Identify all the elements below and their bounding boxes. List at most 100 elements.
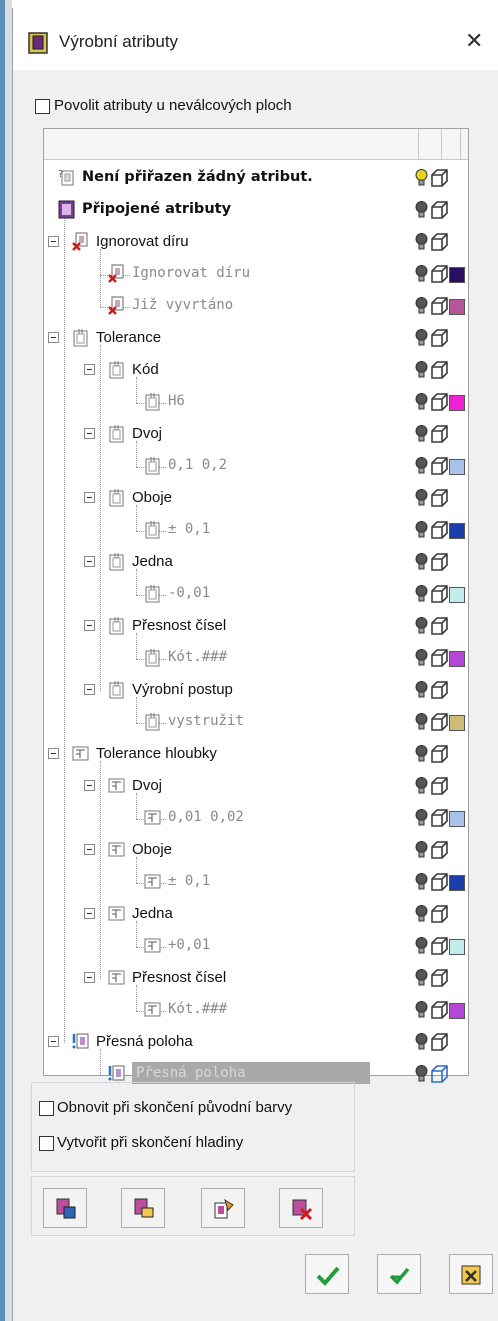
collapse-toggle[interactable] [84,972,95,983]
display-cube-icon[interactable] [429,840,449,860]
visibility-bulb-icon[interactable] [415,1064,428,1084]
collapse-toggle[interactable] [48,748,59,759]
display-cube-icon[interactable] [429,936,449,956]
color-swatch[interactable] [449,939,465,955]
tree-row[interactable]: H6 [44,387,468,419]
visibility-bulb-icon[interactable] [415,872,428,892]
delete-attribute-button[interactable] [279,1188,323,1228]
display-cube-icon[interactable] [429,968,449,988]
display-cube-icon[interactable] [429,424,449,444]
color-swatch[interactable] [449,875,465,891]
visibility-bulb-icon[interactable] [415,808,428,828]
display-cube-icon[interactable] [429,168,449,188]
visibility-bulb-icon[interactable] [415,584,428,604]
visibility-bulb-icon[interactable] [415,1032,428,1052]
color-swatch[interactable] [449,299,465,315]
display-cube-icon[interactable] [429,712,449,732]
display-cube-icon[interactable] [429,232,449,252]
visibility-bulb-icon[interactable] [415,200,428,220]
visibility-bulb-icon[interactable] [415,680,428,700]
visibility-bulb-icon[interactable] [415,296,428,316]
tree-row[interactable]: Kód [44,355,468,387]
tree-row[interactable]: Přesná poloha [44,1027,468,1059]
restore-colors-checkbox[interactable] [39,1101,54,1116]
cancel-button[interactable] [449,1254,493,1294]
tree-row[interactable]: Jedna [44,899,468,931]
visibility-bulb-icon[interactable] [415,840,428,860]
color-swatch[interactable] [449,811,465,827]
display-cube-icon[interactable] [429,488,449,508]
tree-row[interactable]: Přesnost čísel [44,611,468,643]
display-cube-icon[interactable] [429,616,449,636]
tree-row[interactable]: Tolerance [44,323,468,355]
display-cube-icon[interactable] [429,808,449,828]
visibility-bulb-icon[interactable] [415,168,428,188]
tree-row[interactable]: Ignorovat díru [44,227,468,259]
visibility-bulb-icon[interactable] [415,264,428,284]
tree-row[interactable]: Kót.### [44,643,468,675]
assign-attribute-button[interactable] [201,1188,245,1228]
color-swatch[interactable] [449,1003,465,1019]
tree-row[interactable]: -0,01 [44,579,468,611]
visibility-bulb-icon[interactable] [415,968,428,988]
display-cube-icon[interactable] [429,872,449,892]
tree-row[interactable]: Jedna [44,547,468,579]
tree-row[interactable]: Přesnost čísel [44,963,468,995]
collapse-toggle[interactable] [84,908,95,919]
display-cube-icon[interactable] [429,296,449,316]
tree-row[interactable]: Již vyvrtáno [44,291,468,323]
collapse-toggle[interactable] [84,428,95,439]
tree-row[interactable]: Dvoj [44,419,468,451]
tree-row[interactable]: Kót.### [44,995,468,1027]
visibility-bulb-icon[interactable] [415,456,428,476]
collapse-toggle[interactable] [48,1036,59,1047]
collapse-toggle[interactable] [84,556,95,567]
display-cube-icon[interactable] [429,680,449,700]
display-cube-icon[interactable] [429,648,449,668]
create-layers-checkbox[interactable] [39,1136,54,1151]
tree-row[interactable]: ± 0,1 [44,867,468,899]
display-cube-icon[interactable] [429,1064,449,1084]
apply-button[interactable] [377,1254,421,1294]
display-cube-icon[interactable] [429,776,449,796]
visibility-bulb-icon[interactable] [415,392,428,412]
visibility-bulb-icon[interactable] [415,520,428,540]
tree-row[interactable]: ± 0,1 [44,515,468,547]
tree-row[interactable]: Ignorovat díru [44,259,468,291]
collapse-toggle[interactable] [48,236,59,247]
color-swatch[interactable] [449,587,465,603]
color-swatch[interactable] [449,395,465,411]
display-cube-icon[interactable] [429,392,449,412]
visibility-bulb-icon[interactable] [415,424,428,444]
tree-row[interactable]: Připojené atributy [44,195,468,227]
visibility-bulb-icon[interactable] [415,648,428,668]
tree-row[interactable]: 0,01 0,02 [44,803,468,835]
display-cube-icon[interactable] [429,552,449,572]
color-swatch[interactable] [449,267,465,283]
display-cube-icon[interactable] [429,744,449,764]
visibility-bulb-icon[interactable] [415,936,428,956]
visibility-bulb-icon[interactable] [415,744,428,764]
tree-row[interactable]: Dvoj [44,771,468,803]
visibility-bulb-icon[interactable] [415,232,428,252]
attribute-tree[interactable]: ? Není přiřazen žádný atribut. Připojené a… [43,128,469,1084]
tree-row[interactable]: ? Není přiřazen žádný atribut. [44,163,468,195]
collapse-toggle[interactable] [84,620,95,631]
display-cube-icon[interactable] [429,360,449,380]
tree-row[interactable]: +0,01 [44,931,468,963]
tree-row[interactable]: Oboje [44,835,468,867]
display-cube-icon[interactable] [429,1000,449,1020]
visibility-bulb-icon[interactable] [415,328,428,348]
display-cube-icon[interactable] [429,264,449,284]
visibility-bulb-icon[interactable] [415,712,428,732]
color-swatch[interactable] [449,459,465,475]
display-cube-icon[interactable] [429,200,449,220]
allow-noncylindrical-checkbox[interactable] [35,99,50,114]
display-cube-icon[interactable] [429,1032,449,1052]
visibility-bulb-icon[interactable] [415,904,428,924]
collapse-toggle[interactable] [84,844,95,855]
color-swatch[interactable] [449,715,465,731]
close-button[interactable]: ✕ [465,28,483,54]
tree-row[interactable]: Tolerance hloubky [44,739,468,771]
collapse-toggle[interactable] [84,492,95,503]
